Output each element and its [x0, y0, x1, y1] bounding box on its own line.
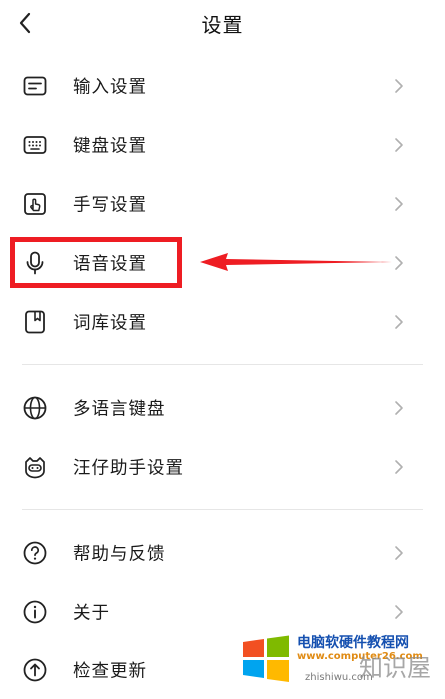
settings-item-label: 手写设置 — [73, 195, 147, 216]
page-title: 设置 — [201, 13, 244, 37]
handwriting-icon — [22, 191, 48, 217]
chevron-right-icon — [395, 138, 403, 152]
keyboard-icon — [22, 132, 48, 158]
chevron-right-icon — [395, 460, 403, 474]
chevron-right-icon — [395, 79, 403, 93]
info-circle-icon — [22, 599, 48, 625]
windows-logo-icon — [243, 635, 289, 682]
highlight-box — [10, 237, 182, 288]
settings-item-label: 词库设置 — [73, 313, 147, 334]
section-divider — [22, 364, 423, 365]
settings-item-label: 汪仔助手设置 — [73, 458, 184, 479]
settings-item-dictionary[interactable]: 词库设置 — [0, 293, 445, 351]
settings-item-input[interactable]: 输入设置 — [0, 57, 445, 115]
settings-item-keyboard[interactable]: 键盘设置 — [0, 116, 445, 174]
globe-icon — [22, 395, 48, 421]
settings-item-help[interactable]: 帮助与反馈 — [0, 524, 445, 582]
header: 设置 — [0, 0, 445, 46]
settings-item-label: 多语言键盘 — [73, 399, 166, 420]
settings-item-label: 检查更新 — [73, 661, 147, 682]
settings-item-label: 关于 — [73, 603, 110, 624]
chevron-right-icon — [395, 197, 403, 211]
dictionary-icon — [22, 309, 48, 335]
settings-item-label: 帮助与反馈 — [73, 544, 166, 565]
input-box-icon — [22, 73, 48, 99]
help-circle-icon — [22, 540, 48, 566]
settings-item-label: 输入设置 — [73, 77, 147, 98]
upload-circle-icon — [22, 657, 48, 683]
settings-item-label: 键盘设置 — [73, 136, 147, 157]
assistant-mascot-icon — [22, 454, 48, 480]
chevron-right-icon — [395, 605, 403, 619]
watermark-pinyin: zhishiwu.com — [305, 672, 373, 683]
settings-item-multilanguage[interactable]: 多语言键盘 — [0, 379, 445, 437]
chevron-right-icon — [395, 315, 403, 329]
section-divider — [22, 509, 423, 510]
settings-item-handwriting[interactable]: 手写设置 — [0, 175, 445, 233]
chevron-right-icon — [395, 401, 403, 415]
chevron-right-icon — [395, 256, 403, 270]
chevron-right-icon — [395, 546, 403, 560]
settings-item-assistant[interactable]: 汪仔助手设置 — [0, 438, 445, 496]
